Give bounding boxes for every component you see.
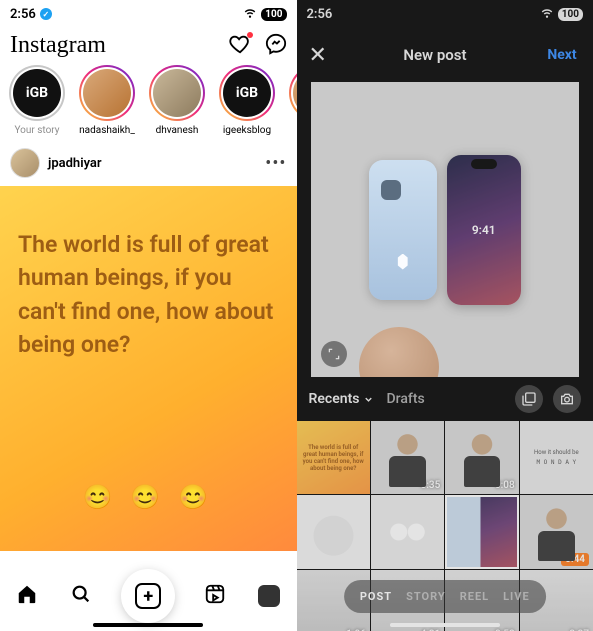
status-time: 2:56 bbox=[10, 7, 36, 22]
post-author-username[interactable]: jpadhiyar bbox=[48, 156, 102, 171]
story-ring: iGB bbox=[9, 65, 65, 121]
instagram-logo[interactable]: Instagram bbox=[10, 32, 106, 59]
activity-icon[interactable] bbox=[229, 33, 251, 59]
status-bar: 2:56 100 bbox=[297, 0, 593, 28]
post-type-segmented[interactable]: POST STORY REEL LIVE bbox=[344, 580, 546, 613]
album-picker-bar: Recents Drafts bbox=[297, 377, 593, 421]
verification-badge-icon: ✓ bbox=[40, 8, 52, 20]
profile-tab-icon[interactable] bbox=[258, 585, 280, 607]
post-caption-text: The world is full of great human beings,… bbox=[18, 228, 279, 361]
select-multiple-icon[interactable] bbox=[515, 385, 543, 413]
open-camera-icon[interactable] bbox=[553, 385, 581, 413]
new-post-header: ✕ New post Next bbox=[297, 28, 593, 82]
story-item[interactable]: nadashaikh_ bbox=[76, 65, 138, 136]
story-item[interactable]: dhvanesh bbox=[146, 65, 208, 136]
album-selector-label: Recents bbox=[309, 391, 360, 407]
story-avatar bbox=[83, 69, 131, 117]
battery-level: 100 bbox=[261, 8, 286, 21]
new-post-title: New post bbox=[403, 46, 466, 64]
home-indicator bbox=[93, 623, 203, 627]
preview-hand bbox=[359, 327, 439, 377]
segment-reel[interactable]: REEL bbox=[460, 590, 489, 603]
home-indicator bbox=[390, 623, 500, 627]
story-avatar bbox=[153, 69, 201, 117]
expand-crop-icon[interactable] bbox=[321, 341, 347, 367]
gallery-thumb[interactable] bbox=[371, 495, 444, 568]
media-preview[interactable]: 9:41 bbox=[311, 82, 580, 377]
app-header: Instagram bbox=[0, 28, 297, 65]
post-emoji-row: 😊 😊 😊 bbox=[0, 483, 297, 511]
story-label: nadashaikh_ bbox=[79, 125, 135, 136]
wifi-icon bbox=[243, 5, 257, 23]
feed-screen: 2:56 ✓ 100 Instagram bbox=[0, 0, 297, 631]
close-icon[interactable]: ✕ bbox=[309, 43, 327, 68]
reels-tab-icon[interactable] bbox=[204, 583, 226, 609]
story-item[interactable]: _sac bbox=[286, 65, 297, 136]
video-duration: 0:08 bbox=[495, 480, 515, 491]
gallery-thumb[interactable]: The world is full of great human beings,… bbox=[297, 421, 370, 494]
thumb-text: How it should be bbox=[534, 449, 579, 456]
video-duration: 0:44 bbox=[561, 553, 589, 566]
stories-tray[interactable]: iGB Your story nadashaikh_ dhvanesh iGB … bbox=[0, 65, 297, 140]
gallery-thumb[interactable]: 0:44 bbox=[520, 495, 593, 568]
video-duration: 0:35 bbox=[421, 480, 441, 491]
preview-phone-front: 9:41 bbox=[447, 155, 521, 305]
preview-phone-back bbox=[369, 160, 437, 300]
story-avatar: iGB bbox=[223, 69, 271, 117]
gallery-thumb[interactable]: 0:08 bbox=[445, 421, 518, 494]
post-author-avatar[interactable] bbox=[10, 148, 40, 178]
thumb-text: The world is full of great human beings,… bbox=[301, 444, 366, 472]
drafts-tab[interactable]: Drafts bbox=[386, 391, 424, 407]
segment-story[interactable]: STORY bbox=[406, 590, 446, 603]
story-ring bbox=[289, 65, 297, 121]
home-tab-icon[interactable] bbox=[16, 583, 38, 609]
story-item[interactable]: iGB Your story bbox=[6, 65, 68, 136]
story-ring bbox=[79, 65, 135, 121]
story-ring bbox=[149, 65, 205, 121]
search-tab-icon[interactable] bbox=[70, 583, 92, 609]
next-button[interactable]: Next bbox=[543, 36, 581, 74]
messenger-icon[interactable] bbox=[265, 33, 287, 59]
story-label: igeeksblog bbox=[223, 125, 271, 136]
story-label: Your story bbox=[14, 125, 59, 136]
story-label: dhvanesh bbox=[156, 125, 199, 136]
create-post-button[interactable]: + bbox=[124, 572, 172, 620]
story-item[interactable]: iGB igeeksblog bbox=[216, 65, 278, 136]
notification-dot-icon bbox=[247, 32, 253, 38]
segment-post[interactable]: POST bbox=[360, 590, 392, 603]
wifi-icon bbox=[540, 5, 554, 23]
gallery-thumb[interactable]: How it should beM O N D A Y bbox=[520, 421, 593, 494]
post-header: jpadhiyar ••• bbox=[0, 140, 297, 186]
status-time: 2:56 bbox=[307, 7, 333, 22]
plus-square-icon: + bbox=[135, 583, 161, 609]
battery-level: 100 bbox=[558, 8, 583, 21]
new-post-screen: 2:56 100 ✕ New post Next 9:41 bbox=[297, 0, 593, 631]
gallery-thumb[interactable] bbox=[297, 495, 370, 568]
chevron-down-icon bbox=[363, 394, 374, 405]
gallery-thumb[interactable]: 0:35 bbox=[371, 421, 444, 494]
post-image[interactable]: The world is full of great human beings,… bbox=[0, 186, 297, 551]
album-selector[interactable]: Recents bbox=[309, 391, 375, 407]
gallery-thumb[interactable] bbox=[445, 495, 518, 568]
story-avatar: iGB bbox=[13, 69, 61, 117]
post-more-icon[interactable]: ••• bbox=[265, 153, 286, 174]
segment-live[interactable]: LIVE bbox=[503, 590, 530, 603]
story-ring: iGB bbox=[219, 65, 275, 121]
bottom-tab-bar: + bbox=[0, 561, 297, 631]
preview-phone-clock: 9:41 bbox=[472, 223, 496, 237]
status-bar: 2:56 ✓ 100 bbox=[0, 0, 297, 28]
